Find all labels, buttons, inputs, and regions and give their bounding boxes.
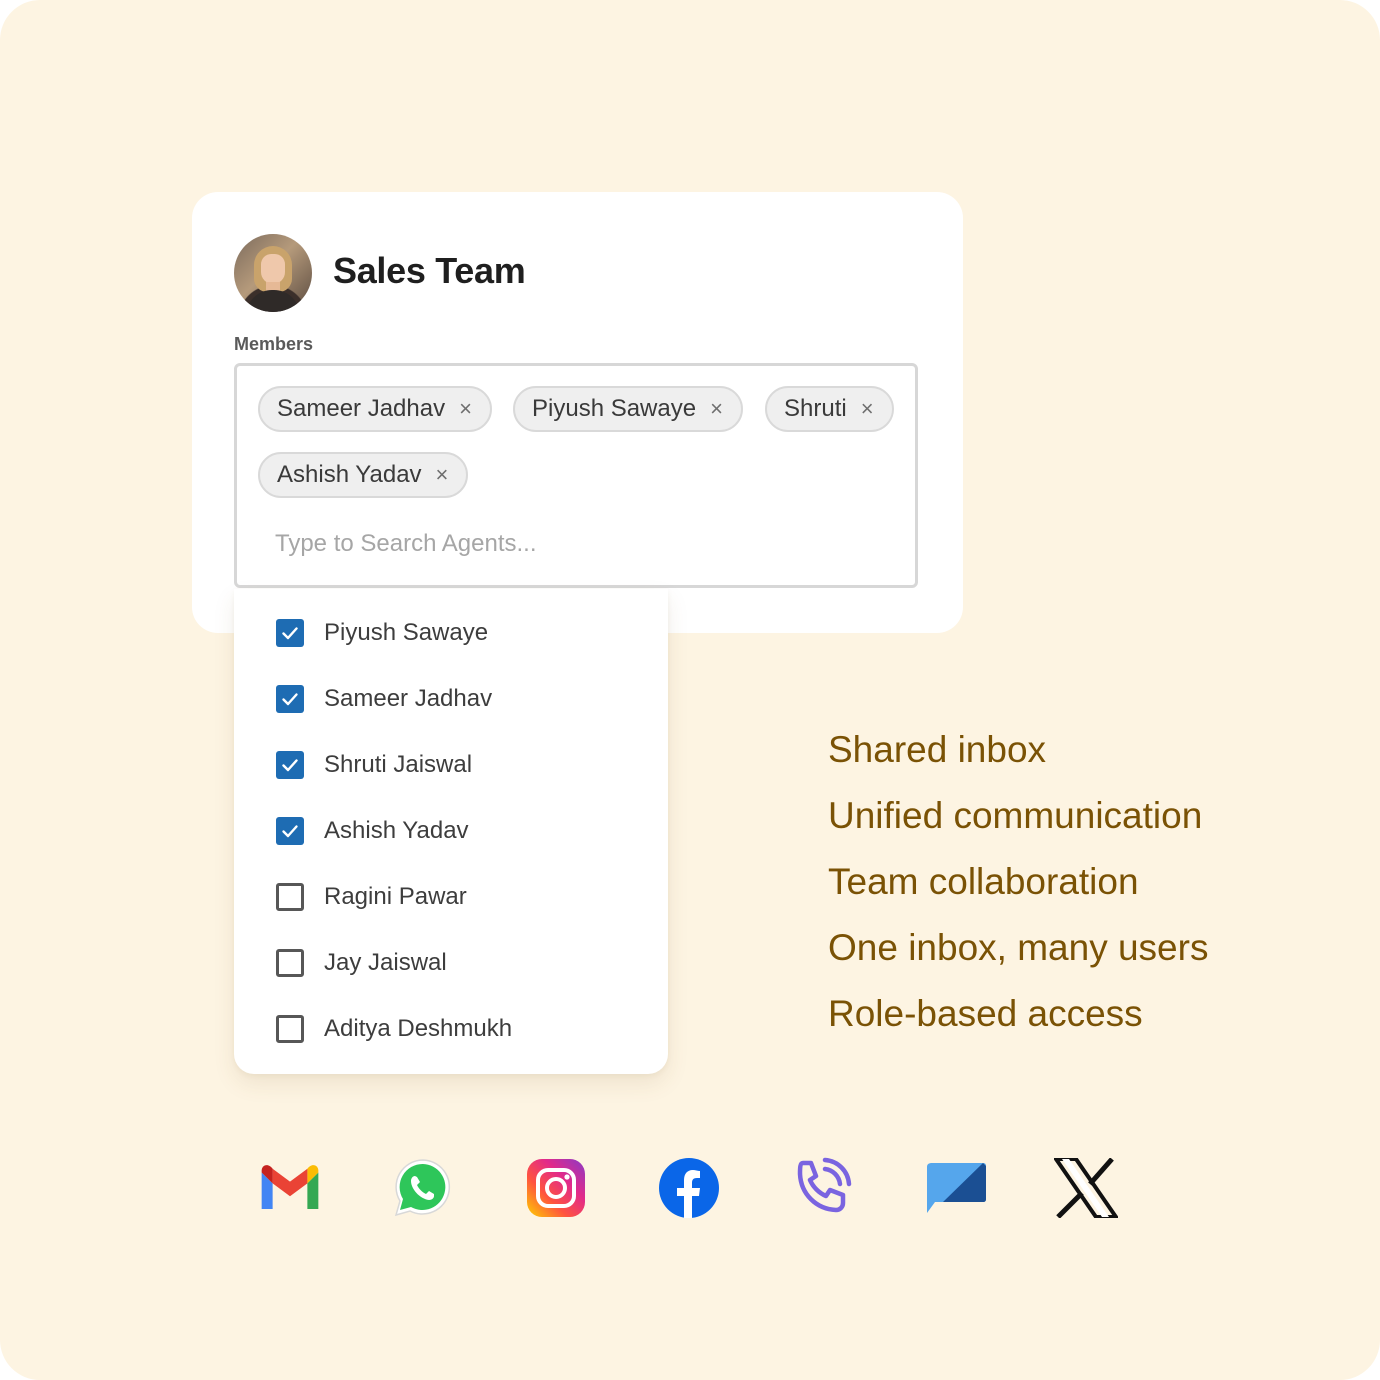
page-background: Sales Team Members Sameer Jadhav × Piyus… (0, 0, 1380, 1380)
member-chip: Piyush Sawaye × (513, 386, 743, 432)
agent-option[interactable]: Sameer Jadhav (276, 679, 636, 719)
close-icon[interactable]: × (710, 396, 723, 422)
members-multiselect[interactable]: Sameer Jadhav × Piyush Sawaye × Shruti ×… (234, 363, 918, 588)
phone-call-icon (790, 1156, 854, 1220)
checkmark-icon (282, 759, 298, 772)
avatar (234, 234, 312, 312)
chat-bubble-icon (923, 1156, 987, 1220)
agent-option-label: Ragini Pawar (324, 883, 467, 910)
team-card: Sales Team Members Sameer Jadhav × Piyus… (192, 192, 963, 633)
checkbox-unchecked[interactable] (276, 883, 304, 911)
agent-option[interactable]: Aditya Deshmukh (276, 1009, 636, 1049)
gmail-icon (258, 1156, 322, 1220)
members-label: Members (234, 334, 314, 354)
feature-item: Team collaboration (828, 861, 1139, 902)
instagram-icon (524, 1156, 588, 1220)
agent-dropdown: Piyush Sawaye Sameer Jadhav Shruti Jaisw… (234, 589, 668, 1074)
feature-item: Unified communication (828, 795, 1203, 836)
member-chip: Sameer Jadhav × (258, 386, 492, 432)
member-chip-label: Ashish Yadav (277, 461, 422, 488)
facebook-icon (657, 1156, 721, 1220)
agent-option[interactable]: Ashish Yadav (276, 811, 636, 851)
agent-option[interactable]: Ragini Pawar (276, 877, 636, 917)
member-chip: Shruti × (765, 386, 894, 432)
close-icon[interactable]: × (459, 396, 472, 422)
whatsapp-icon (391, 1156, 455, 1220)
agent-option-label: Jay Jaiswal (324, 949, 447, 976)
agent-option-label: Ashish Yadav (324, 817, 469, 844)
agent-option[interactable]: Shruti Jaiswal (276, 745, 636, 785)
member-chip: Ashish Yadav × (258, 452, 469, 498)
checkmark-icon (282, 825, 298, 838)
agent-option-label: Aditya Deshmukh (324, 1015, 513, 1042)
feature-item: Shared inbox (828, 729, 1047, 770)
agent-option-label: Sameer Jadhav (324, 685, 493, 712)
member-chip-label: Sameer Jadhav (277, 395, 446, 422)
checkmark-icon (282, 693, 298, 706)
agent-option-label: Shruti Jaiswal (324, 751, 473, 778)
member-chip-label: Piyush Sawaye (532, 395, 697, 422)
close-icon[interactable]: × (861, 396, 874, 422)
checkbox-checked[interactable] (276, 685, 304, 713)
checkbox-checked[interactable] (276, 817, 304, 845)
agent-option-label: Piyush Sawaye (324, 619, 489, 646)
page-title: Sales Team (333, 250, 526, 291)
feature-item: One inbox, many users (828, 927, 1209, 968)
channel-icons (258, 1156, 1128, 1220)
checkbox-checked[interactable] (276, 751, 304, 779)
checkmark-icon (282, 627, 298, 640)
checkbox-checked[interactable] (276, 619, 304, 647)
agent-option[interactable]: Piyush Sawaye (276, 613, 636, 653)
search-input[interactable] (275, 526, 835, 562)
member-chip-label: Shruti (784, 395, 847, 422)
feature-item: Role-based access (828, 993, 1143, 1034)
checkbox-unchecked[interactable] (276, 949, 304, 977)
close-icon[interactable]: × (436, 462, 449, 488)
checkbox-unchecked[interactable] (276, 1015, 304, 1043)
x-twitter-icon (1054, 1156, 1118, 1220)
agent-option[interactable]: Jay Jaiswal (276, 943, 636, 983)
feature-list: Shared inbox Unified communication Team … (828, 728, 1208, 1058)
